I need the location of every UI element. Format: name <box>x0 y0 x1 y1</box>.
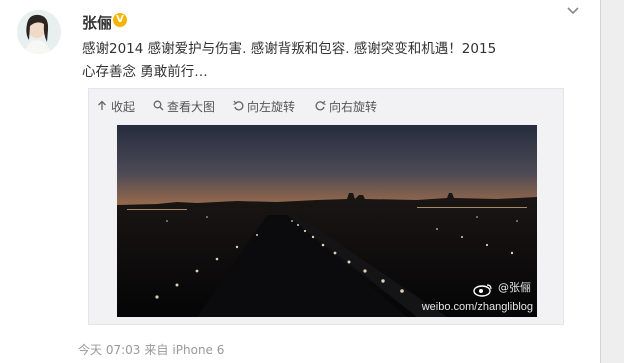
source-prefix: 来自 <box>144 343 169 357</box>
collapse-label: 收起 <box>111 100 136 114</box>
watermark-name: @张俪 <box>498 281 531 294</box>
post-text: 感谢2014 感谢爱护与伤害. 感谢背叛和包容. 感谢突变和机遇！2015 心存… <box>82 41 497 80</box>
view-large-button[interactable]: 查看大图 <box>153 99 215 115</box>
post-source[interactable]: iPhone 6 <box>172 343 224 357</box>
avatar-image <box>17 10 61 54</box>
weibo-logo-icon <box>473 284 492 297</box>
post-time[interactable]: 今天 07:03 <box>78 343 140 357</box>
rotate-right-button[interactable]: 向右旋转 <box>315 99 377 115</box>
magnifier-icon <box>153 100 167 116</box>
media-toolbar: 收起 查看大图 向左旋转 向右旋转 <box>89 89 563 123</box>
post-footer: 今天 07:03 来自 iPhone 6 <box>78 341 228 358</box>
avatar[interactable] <box>17 10 61 54</box>
username[interactable]: 张俪 <box>82 12 112 33</box>
media-panel: 收起 查看大图 向左旋转 向右旋转 @张俪 weibo.com/zhanglib… <box>88 88 564 325</box>
sunset-photo[interactable]: @张俪 weibo.com/zhangliblog <box>117 125 537 317</box>
rotate-left-label: 向左旋转 <box>247 100 296 114</box>
rotate-right-label: 向右旋转 <box>329 100 378 114</box>
rotate-left-button[interactable]: 向左旋转 <box>233 99 295 115</box>
collapse-button[interactable]: 收起 <box>97 99 135 115</box>
view-large-label: 查看大图 <box>167 100 216 114</box>
rotate-right-icon <box>315 100 329 116</box>
watermark-url: weibo.com/zhangliblog <box>421 301 533 313</box>
verified-badge-icon: V <box>113 13 127 27</box>
weibo-post-card: 张俪 V 感谢2014 感谢爱护与伤害. 感谢背叛和包容. 感谢突变和机遇！20… <box>0 0 601 363</box>
chevron-down-icon[interactable] <box>564 6 582 20</box>
collapse-icon <box>97 100 111 116</box>
rotate-left-icon <box>233 100 247 116</box>
